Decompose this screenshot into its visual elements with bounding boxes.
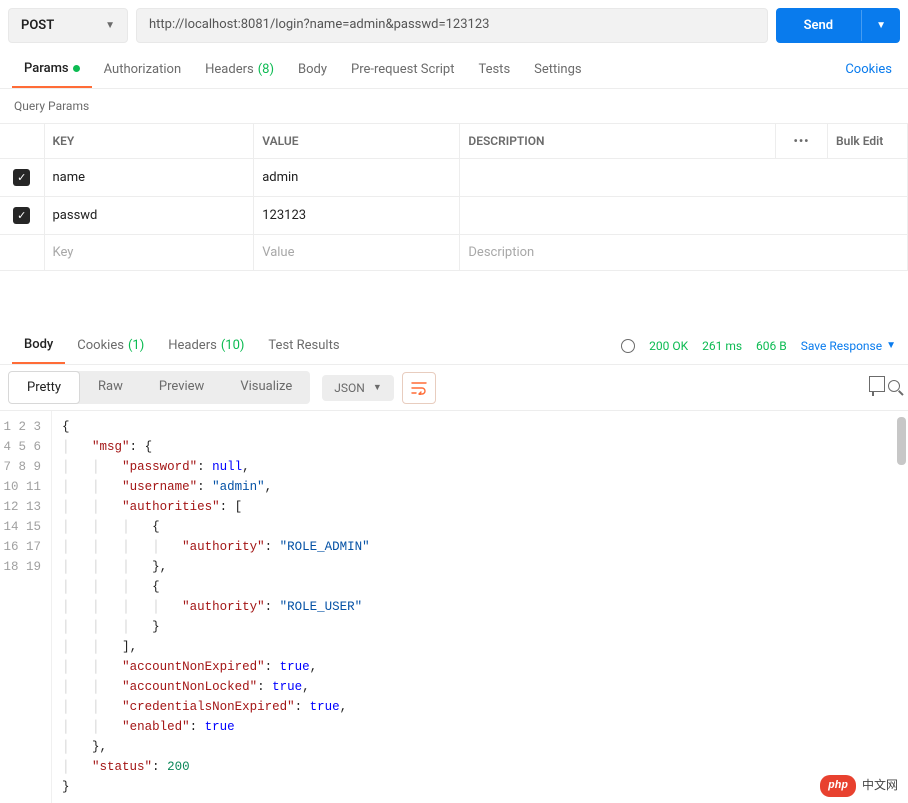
save-response-button[interactable]: Save Response ▼	[801, 339, 896, 353]
view-mode-group: Pretty Raw Preview Visualize	[8, 371, 310, 404]
tab-headers[interactable]: Headers (8)	[193, 52, 286, 87]
params-active-dot-icon	[73, 65, 80, 72]
col-description: DESCRIPTION	[460, 124, 776, 159]
chevron-down-icon: ▼	[105, 20, 115, 31]
col-more-icon[interactable]: •••	[776, 124, 828, 159]
col-value: VALUE	[254, 124, 460, 159]
mode-raw[interactable]: Raw	[80, 371, 141, 404]
copy-icon[interactable]	[872, 380, 874, 395]
param-description[interactable]	[460, 197, 908, 235]
code-content[interactable]: { │ "msg": { │ │ "password": null, │ │ "…	[52, 411, 908, 803]
param-value[interactable]: 123123	[254, 197, 460, 235]
response-size: 606 B	[756, 339, 787, 353]
request-url-input[interactable]: http://localhost:8081/login?name=admin&p…	[136, 8, 768, 43]
send-button[interactable]: Send ▼	[776, 8, 900, 43]
http-method-select[interactable]: POST ▼	[8, 8, 128, 43]
bulk-edit-button[interactable]: Bulk Edit	[828, 124, 908, 159]
send-button-label: Send	[776, 8, 862, 43]
cookies-link[interactable]: Cookies	[841, 52, 896, 87]
mode-preview[interactable]: Preview	[141, 371, 222, 404]
table-row[interactable]: ✓ name admin	[0, 159, 908, 197]
chevron-down-icon: ▼	[886, 340, 896, 351]
mode-visualize[interactable]: Visualize	[222, 371, 310, 404]
query-params-table: KEY VALUE DESCRIPTION ••• Bulk Edit ✓ na…	[0, 123, 908, 271]
param-description[interactable]	[460, 159, 908, 197]
resp-tab-cookies[interactable]: Cookies (1)	[65, 328, 156, 363]
language-select[interactable]: JSON ▼	[322, 375, 393, 401]
tab-params[interactable]: Params	[12, 51, 92, 88]
table-row-new[interactable]: Key Value Description	[0, 235, 908, 271]
response-time: 261 ms	[702, 339, 742, 353]
param-key-placeholder[interactable]: Key	[44, 235, 254, 271]
table-header-row: KEY VALUE DESCRIPTION ••• Bulk Edit	[0, 124, 908, 159]
tab-body[interactable]: Body	[286, 52, 339, 87]
row-checkbox[interactable]: ✓	[13, 207, 30, 224]
tab-tests[interactable]: Tests	[466, 52, 522, 87]
chevron-down-icon: ▼	[373, 382, 382, 393]
response-body-viewer[interactable]: 1 2 3 4 5 6 7 8 9 10 11 12 13 14 15 16 1…	[0, 411, 908, 803]
mode-pretty[interactable]: Pretty	[8, 371, 80, 404]
line-number-gutter: 1 2 3 4 5 6 7 8 9 10 11 12 13 14 15 16 1…	[0, 411, 52, 803]
status-badge: 200 OK	[649, 339, 688, 353]
param-key[interactable]: passwd	[44, 197, 254, 235]
globe-icon[interactable]	[621, 339, 635, 353]
param-desc-placeholder[interactable]: Description	[460, 235, 908, 271]
resp-tab-body[interactable]: Body	[12, 327, 65, 364]
word-wrap-button[interactable]	[402, 372, 436, 404]
param-value[interactable]: admin	[254, 159, 460, 197]
param-key[interactable]: name	[44, 159, 254, 197]
resp-tab-headers[interactable]: Headers (10)	[156, 328, 256, 363]
tab-settings[interactable]: Settings	[522, 52, 593, 87]
search-icon[interactable]	[888, 380, 900, 396]
col-key: KEY	[44, 124, 254, 159]
row-checkbox[interactable]: ✓	[13, 169, 30, 186]
query-params-title: Query Params	[0, 89, 908, 123]
resp-tab-test-results[interactable]: Test Results	[256, 328, 351, 363]
tab-authorization[interactable]: Authorization	[92, 52, 194, 87]
watermark: php 中文网	[820, 775, 898, 797]
tab-prerequest[interactable]: Pre-request Script	[339, 52, 466, 87]
http-method-value: POST	[21, 18, 54, 33]
table-row[interactable]: ✓ passwd 123123	[0, 197, 908, 235]
scrollbar-thumb[interactable]	[897, 417, 906, 465]
send-dropdown[interactable]: ▼	[861, 10, 900, 41]
param-value-placeholder[interactable]: Value	[254, 235, 460, 271]
